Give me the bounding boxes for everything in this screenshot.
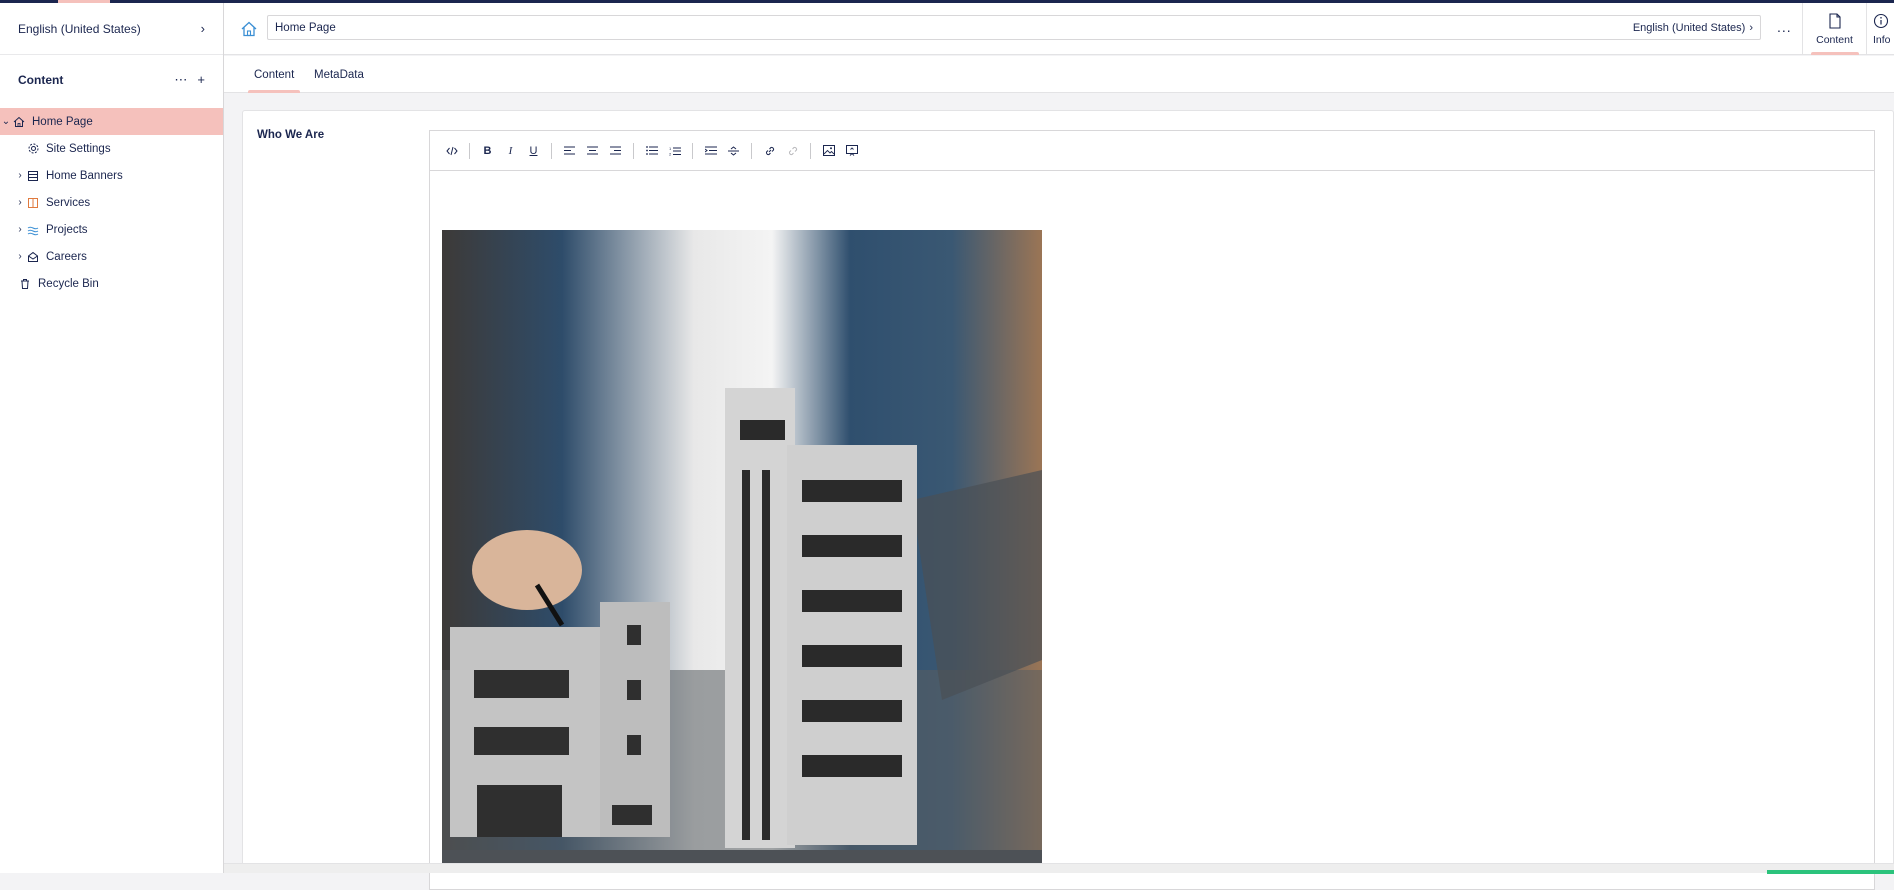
add-icon[interactable]: + [197, 72, 205, 88]
align-center-icon[interactable] [581, 139, 604, 162]
toolbar-divider [810, 142, 811, 159]
rich-text-editor[interactable]: B I U 12 [429, 130, 1875, 890]
tree-item-label: Recycle Bin [38, 277, 99, 290]
chevron-right-icon: › [1749, 21, 1753, 34]
active-indicator [248, 90, 301, 93]
info-icon [1873, 13, 1889, 32]
toolbar-divider [551, 142, 552, 159]
toolbar-divider [751, 142, 752, 159]
tree-item-site-settings[interactable]: Site Settings [0, 135, 223, 162]
align-left-icon[interactable] [558, 139, 581, 162]
chevron-right-icon[interactable]: › [14, 197, 26, 208]
app-tab-info[interactable]: Info [1866, 3, 1894, 55]
indent-icon[interactable] [699, 139, 722, 162]
underline-icon[interactable]: U [522, 139, 545, 162]
property-label: Who We Are [257, 129, 325, 141]
link-icon[interactable] [758, 139, 781, 162]
chevron-right-icon[interactable]: › [14, 251, 26, 262]
bold-icon[interactable]: B [476, 139, 499, 162]
app-tab-label: Content [1816, 33, 1853, 46]
italic-icon[interactable]: I [499, 139, 522, 162]
sidebar: English (United States) › Content ⋯ + ⌄ … [0, 3, 224, 873]
content-section-header: Content ⋯ + [0, 55, 223, 105]
active-indicator [1811, 52, 1859, 55]
book-icon [26, 196, 40, 210]
tree-item-recycle-bin[interactable]: Recycle Bin [0, 270, 223, 297]
tree-item-label: Careers [46, 250, 87, 263]
home-icon[interactable] [240, 20, 258, 38]
variant-selector[interactable]: English (United States) › [1633, 22, 1753, 34]
document-icon [1828, 12, 1842, 32]
home-icon [12, 115, 26, 129]
waves-icon [26, 223, 40, 237]
svg-text:1: 1 [669, 146, 672, 151]
tree-item-label: Services [46, 196, 91, 209]
tree-item-home-banners[interactable]: › Home Banners [0, 162, 223, 189]
svg-text:2: 2 [669, 151, 672, 156]
document-name-input[interactable]: Home Page English (United States) › [267, 15, 1761, 40]
chevron-down-icon[interactable]: ⌄ [0, 116, 12, 127]
trash-icon [18, 277, 32, 291]
property-panel: Who We Are B I U 12 [242, 110, 1894, 890]
toolbar-divider [469, 142, 470, 159]
save-progress-indicator [1767, 870, 1894, 874]
more-actions-button[interactable]: ... [1777, 19, 1792, 35]
document-name-value: Home Page [275, 21, 336, 34]
unlink-icon[interactable] [781, 139, 804, 162]
chevron-right-icon[interactable]: › [14, 224, 26, 235]
tree-item-label: Site Settings [46, 142, 111, 155]
align-right-icon[interactable] [604, 139, 627, 162]
embed-icon[interactable] [840, 139, 863, 162]
tab-content[interactable]: Content [248, 56, 301, 93]
variant-label: English (United States) [1632, 21, 1746, 34]
tab-metadata[interactable]: MetaData [314, 56, 364, 93]
tree-item-projects[interactable]: › Projects [0, 216, 223, 243]
app-tab-content[interactable]: Content [1802, 3, 1866, 55]
settings-icon [26, 142, 40, 156]
tree-item-home-page[interactable]: ⌄ Home Page [0, 108, 223, 135]
editor-body[interactable] [430, 172, 1874, 889]
strikethrough-icon[interactable] [722, 139, 745, 162]
editor-header: Home Page English (United States) › ... … [224, 3, 1894, 55]
app-tab-label: Info [1873, 33, 1891, 46]
tree-item-label: Home Page [32, 115, 93, 128]
chevron-right-icon: › [200, 21, 205, 36]
image-icon[interactable] [817, 139, 840, 162]
chevron-right-icon[interactable]: › [14, 170, 26, 181]
section-title: Content [18, 73, 64, 87]
source-code-icon[interactable] [440, 139, 463, 162]
toolbar-divider [633, 142, 634, 159]
tab-label: MetaData [314, 68, 364, 81]
tree-item-services[interactable]: › Services [0, 189, 223, 216]
language-switcher[interactable]: English (United States) › [0, 3, 223, 55]
content-tabs: Content MetaData [224, 56, 1894, 93]
language-label: English (United States) [18, 21, 141, 36]
content-tree: ⌄ Home Page Site Settings › Home Banners… [0, 108, 223, 297]
tree-item-label: Projects [46, 223, 88, 236]
tree-item-careers[interactable]: › Careers [0, 243, 223, 270]
more-options-icon[interactable]: ⋯ [174, 72, 187, 88]
toolbar-divider [692, 142, 693, 159]
status-bar [224, 863, 1894, 874]
bullet-list-icon[interactable] [640, 139, 663, 162]
stack-icon [26, 169, 40, 183]
tab-label: Content [254, 68, 295, 81]
inbox-icon [26, 250, 40, 264]
numbered-list-icon[interactable]: 12 [663, 139, 686, 162]
tree-item-label: Home Banners [46, 169, 123, 182]
inserted-image[interactable] [442, 230, 1042, 864]
editor-toolbar: B I U 12 [430, 131, 1874, 171]
